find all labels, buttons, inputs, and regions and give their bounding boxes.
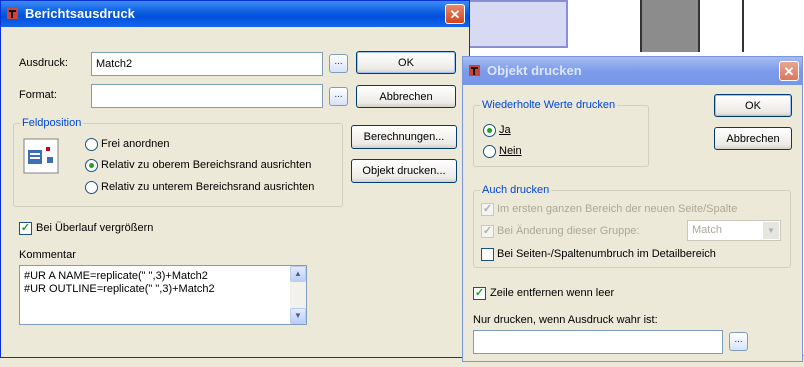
- objekt-drucken-title: Objekt drucken: [487, 63, 582, 78]
- format-label: Format:: [19, 89, 57, 101]
- kommentar-line: #UR A NAME=replicate(" ",3)+Match2: [24, 270, 208, 282]
- bei-ueberlauf-checkbox[interactable]: ✓: [19, 222, 32, 235]
- background-divider: [742, 0, 744, 52]
- kommentar-line: #UR OUTLINE=replicate(" ",3)+Match2: [24, 283, 215, 295]
- feldposition-label-oberem[interactable]: Relativ zu oberem Bereichsrand ausrichte…: [101, 159, 311, 171]
- berichtsausdruck-titlebar[interactable]: Berichtsausdruck: [1, 1, 469, 27]
- objekt-drucken-close-button[interactable]: ✕: [779, 61, 799, 81]
- kommentar-textarea[interactable]: #UR A NAME=replicate(" ",3)+Match2 #UR O…: [19, 265, 307, 325]
- aenderung-gruppe-label: Bei Änderung dieser Gruppe:: [497, 225, 640, 237]
- wiederholte-label-nein[interactable]: Nein: [499, 145, 522, 157]
- ausdruck-browse-button[interactable]: ...: [329, 54, 348, 73]
- app-icon: [7, 8, 18, 19]
- feldposition-label-unterem[interactable]: Relativ zu unterem Bereichsrand ausricht…: [101, 181, 314, 193]
- nur-drucken-label: Nur drucken, wenn Ausdruck wahr ist:: [473, 314, 658, 326]
- zeile-entfernen-checkbox[interactable]: ✓: [473, 287, 486, 300]
- berichtsausdruck-title: Berichtsausdruck: [25, 6, 135, 21]
- ok-button[interactable]: OK: [356, 51, 456, 74]
- nur-drucken-field[interactable]: [473, 330, 723, 354]
- feldposition-icon: [23, 138, 59, 174]
- umbruch-checkbox[interactable]: [481, 248, 494, 261]
- nur-drucken-browse-button[interactable]: ...: [729, 332, 748, 351]
- wiederholte-werte-legend: Wiederholte Werte drucken: [480, 99, 618, 111]
- format-browse-button[interactable]: ...: [329, 87, 348, 106]
- feldposition-radio-oberem[interactable]: [85, 159, 98, 172]
- berechnungen-button[interactable]: Berechnungen...: [351, 125, 457, 149]
- wiederholte-radio-ja[interactable]: [483, 124, 496, 137]
- abbrechen-button[interactable]: Abbrechen: [356, 85, 456, 108]
- wiederholte-label-ja[interactable]: Ja: [499, 124, 511, 136]
- auch-drucken-legend: Auch drucken: [480, 184, 552, 196]
- objekt-drucken-button[interactable]: Objekt drucken...: [351, 159, 457, 183]
- background-report-band: [468, 0, 568, 48]
- umbruch-label[interactable]: Bei Seiten-/Spaltenumbruch im Detailbere…: [497, 248, 716, 260]
- feldposition-radio-unterem[interactable]: [85, 181, 98, 194]
- zeile-entfernen-label[interactable]: Zeile entfernen wenn leer: [490, 287, 614, 299]
- erster-bereich-label: Im ersten ganzen Bereich der neuen Seite…: [497, 203, 738, 215]
- app-icon: [469, 65, 480, 76]
- scroll-down-icon[interactable]: ▼: [290, 308, 306, 324]
- ausdruck-field[interactable]: Match2: [91, 52, 323, 76]
- bei-ueberlauf-label[interactable]: Bei Überlauf vergrößern: [36, 222, 153, 234]
- gruppe-select[interactable]: Match ▼: [687, 220, 781, 241]
- kommentar-label: Kommentar: [19, 249, 76, 261]
- berichtsausdruck-dialog: Berichtsausdruck ✕ Ausdruck: Match2 ... …: [0, 0, 470, 358]
- aenderung-gruppe-checkbox[interactable]: ✓: [481, 225, 494, 238]
- scroll-up-icon[interactable]: ▲: [290, 266, 306, 282]
- berichtsausdruck-close-button[interactable]: ✕: [445, 4, 465, 24]
- objekt-ok-button[interactable]: OK: [714, 94, 792, 117]
- format-field[interactable]: [91, 84, 323, 108]
- wiederholte-radio-nein[interactable]: [483, 145, 496, 158]
- objekt-drucken-dialog: Objekt drucken ✕ Wiederholte Werte druck…: [462, 56, 803, 362]
- kommentar-scrollbar[interactable]: ▲ ▼: [290, 266, 306, 324]
- objekt-drucken-titlebar[interactable]: Objekt drucken: [463, 57, 802, 85]
- feldposition-radio-frei[interactable]: [85, 138, 98, 151]
- erster-bereich-checkbox[interactable]: ✓: [481, 203, 494, 216]
- feldposition-label-frei[interactable]: Frei anordnen: [101, 138, 170, 150]
- objekt-abbrechen-button[interactable]: Abbrechen: [714, 127, 792, 150]
- chevron-down-icon: ▼: [763, 222, 779, 239]
- background-gray-block: [640, 0, 700, 52]
- feldposition-legend: Feldposition: [20, 117, 84, 129]
- wiederholte-werte-group: Wiederholte Werte drucken: [473, 99, 649, 167]
- gruppe-select-value: Match: [692, 224, 722, 236]
- ausdruck-label: Ausdruck:: [19, 57, 68, 69]
